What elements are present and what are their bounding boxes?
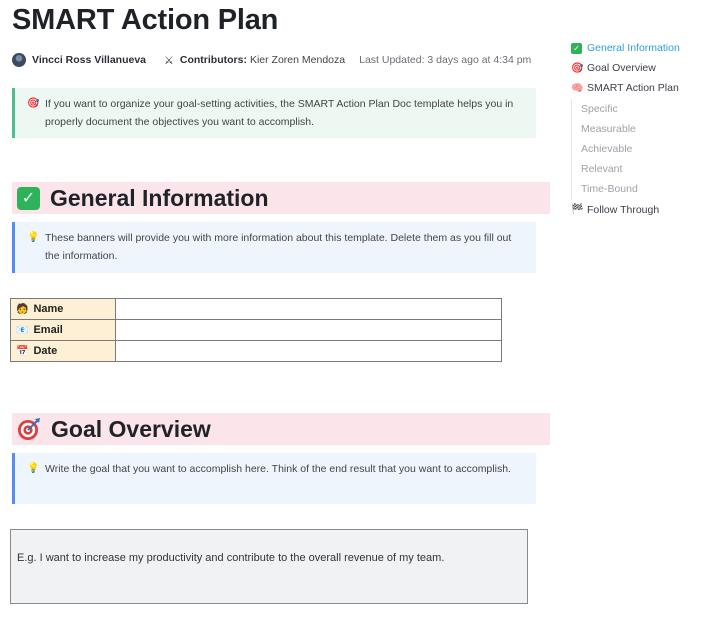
table-row: 📅 Date [10, 340, 502, 362]
envelope-icon: 📧 [16, 325, 29, 336]
general-banner: 💡 These banners will provide you with mo… [12, 222, 536, 273]
avatar[interactable] [12, 53, 26, 67]
toc-label: Follow Through [587, 203, 660, 216]
toc-item-smart-action-plan[interactable]: 🧠 SMART Action Plan [571, 78, 680, 98]
intro-banner: 🎯 If you want to organize your goal-sett… [12, 88, 536, 138]
target-icon: 🎯 [27, 98, 40, 109]
table-label-cell: 🧑 Name [10, 298, 116, 320]
toc-label: Goal Overview [587, 62, 656, 75]
table-of-contents: ✓ General Information 🎯 Goal Overview 🧠 … [571, 38, 680, 220]
section-title-goal: Goal Overview [51, 415, 211, 442]
person-icon: 🧑 [16, 304, 29, 315]
toc-item-time-bound[interactable]: Time-Bound [571, 179, 680, 200]
check-box-icon: ✓ [17, 186, 40, 210]
checkered-flag-icon: 🏁 [571, 204, 584, 216]
name-value-cell[interactable] [115, 298, 502, 320]
toc-label: SMART Action Plan [587, 82, 679, 95]
contributors-icon: ⚔ [164, 54, 174, 67]
last-updated: Last Updated: 3 days ago at 4:34 pm [359, 54, 532, 66]
general-banner-text: These banners will provide you with more… [45, 232, 512, 262]
section-title-general: General Information [50, 184, 269, 211]
calendar-icon: 📅 [16, 346, 29, 357]
brain-icon: 🧠 [571, 82, 584, 94]
table-label-cell: 📧 Email [10, 319, 116, 341]
section-header-general: ✓ General Information [12, 182, 550, 214]
table-row: 📧 Email [10, 319, 502, 341]
author-name[interactable]: Vincci Ross Villanueva [32, 54, 146, 66]
name-label: Name [33, 303, 64, 315]
date-value-cell[interactable] [115, 340, 502, 362]
toc-item-general-information[interactable]: ✓ General Information [571, 38, 680, 58]
toc-item-specific[interactable]: Specific [571, 98, 680, 119]
table-label-cell: 📅 Date [10, 340, 116, 362]
table-row: 🧑 Name [10, 298, 502, 320]
section-header-goal: Goal Overview [12, 413, 550, 445]
email-label: Email [33, 324, 63, 336]
toc-item-goal-overview[interactable]: 🎯 Goal Overview [571, 58, 680, 78]
date-label: Date [33, 345, 58, 357]
goal-example-box[interactable]: E.g. I want to increase my productivity … [10, 529, 528, 604]
toc-item-achievable[interactable]: Achievable [571, 138, 680, 160]
toc-label: General Information [587, 42, 680, 55]
target-icon: 🎯 [571, 62, 584, 74]
toc-item-follow-through[interactable]: 🏁 Follow Through [571, 200, 680, 220]
target-icon [17, 417, 41, 441]
lightbulb-icon: 💡 [27, 463, 40, 474]
intro-banner-text: If you want to organize your goal-settin… [45, 98, 514, 128]
email-value-cell[interactable] [115, 319, 502, 341]
goal-banner-text: Write the goal that you want to accompli… [45, 463, 511, 475]
lightbulb-icon: 💡 [27, 232, 40, 243]
page-title: SMART Action Plan [12, 4, 279, 36]
check-box-icon: ✓ [571, 42, 582, 54]
contributors-label: Contributors: [179, 54, 247, 66]
toc-item-measurable[interactable]: Measurable [571, 118, 680, 139]
toc-subsection-group: Specific Measurable Achievable Relevant … [571, 98, 680, 200]
contributor-name[interactable]: Kier Zoren Mendoza [250, 54, 345, 66]
general-info-table: 🧑 Name 📧 Email 📅 Date [10, 298, 502, 362]
doc-meta: Vincci Ross Villanueva ⚔ Contributors: K… [12, 53, 531, 67]
toc-item-relevant[interactable]: Relevant [571, 159, 680, 180]
goal-banner: 💡 Write the goal that you want to accomp… [12, 453, 536, 504]
